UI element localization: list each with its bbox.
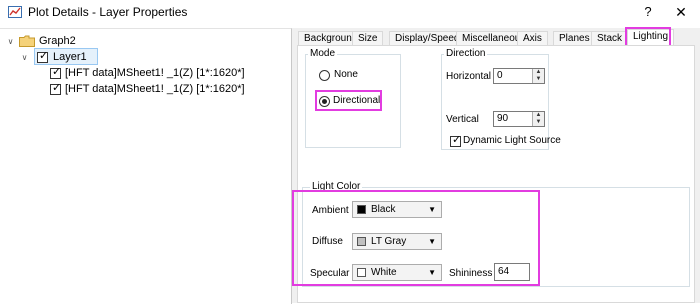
- horizontal-label: Horizontal: [446, 71, 492, 82]
- layer-checkbox[interactable]: ✓: [37, 50, 48, 63]
- dataset-checkbox[interactable]: ✓: [50, 82, 61, 95]
- tab-stack[interactable]: Stack: [591, 31, 629, 46]
- window-title: Plot Details - Layer Properties: [28, 5, 188, 19]
- tab-display-speed[interactable]: Display/Speed: [389, 31, 466, 46]
- dataset-checkbox[interactable]: ✓: [50, 66, 61, 79]
- mode-group-title: Mode: [308, 48, 338, 59]
- vertical-label: Vertical: [446, 114, 479, 125]
- tree-item-label: Layer1: [53, 51, 87, 63]
- vertical-spinner[interactable]: 90 ▲ ▼: [493, 111, 545, 127]
- layer-tree[interactable]: ∨ Graph2 ∨ ✓ Layer1 ✓ [HFT data]MSheet1!…: [0, 28, 292, 304]
- tab-axis[interactable]: Axis: [517, 31, 548, 46]
- highlight-light-color: [292, 190, 540, 286]
- highlight-lighting-tab: [625, 27, 671, 47]
- collapse-icon[interactable]: ∨: [20, 53, 29, 62]
- tab-size[interactable]: Size: [352, 31, 384, 46]
- help-button[interactable]: ?: [640, 3, 656, 21]
- mode-none-label[interactable]: None: [334, 69, 358, 80]
- mode-none-radio[interactable]: [319, 70, 330, 81]
- tree-item-label: Graph2: [39, 35, 76, 47]
- spin-arrows-icon[interactable]: ▲ ▼: [532, 69, 544, 83]
- highlight-directional: [315, 90, 382, 111]
- folder-icon: [19, 35, 35, 47]
- horizontal-value: 0: [497, 70, 503, 81]
- collapse-icon[interactable]: ∨: [6, 37, 15, 46]
- spin-arrows-icon[interactable]: ▲ ▼: [532, 112, 544, 126]
- direction-group-title: Direction: [444, 48, 488, 59]
- dynamic-light-label[interactable]: Dynamic Light Source: [463, 135, 561, 146]
- close-button[interactable]: ✕: [671, 3, 691, 21]
- tree-item-label: [HFT data]MSheet1! _1(Z) [1*:1620*]: [65, 67, 245, 79]
- tab-planes[interactable]: Planes: [553, 31, 596, 46]
- horizontal-spinner[interactable]: 0 ▲ ▼: [493, 68, 545, 84]
- vertical-value: 90: [497, 113, 509, 124]
- tree-item-label: [HFT data]MSheet1! _1(Z) [1*:1620*]: [65, 83, 245, 95]
- dynamic-light-checkbox[interactable]: ✓: [450, 134, 461, 147]
- app-icon: [8, 6, 22, 18]
